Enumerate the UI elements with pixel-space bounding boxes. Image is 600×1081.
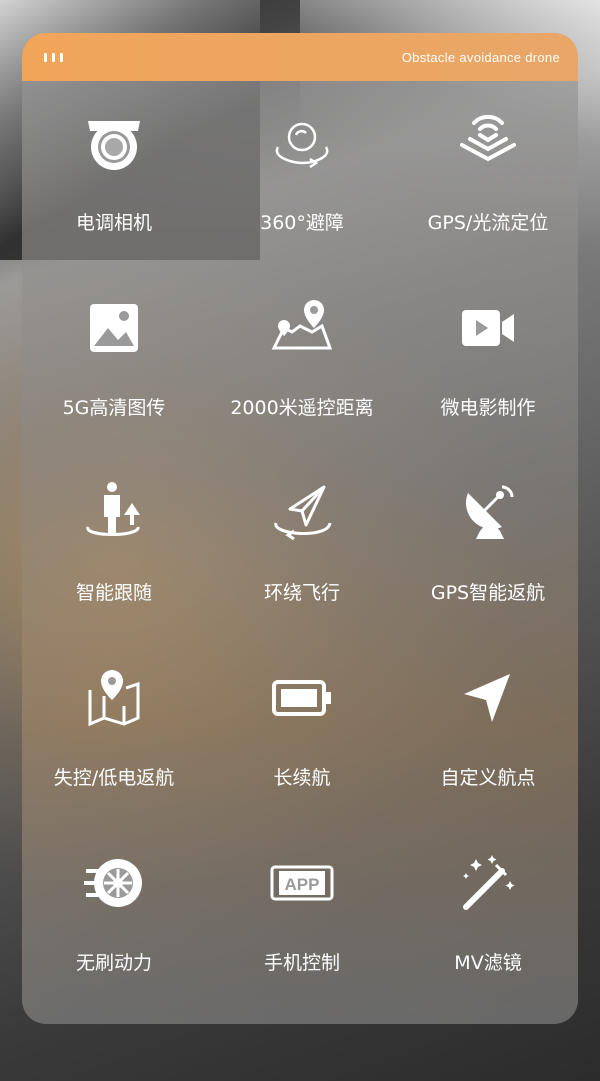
feature-item: 电调相机: [22, 81, 206, 266]
feature-grid: 电调相机 360°避障 GPS/光流定位 5G高清图传 2000米遥控距离 微电…: [22, 81, 578, 1006]
feature-card: Obstacle avoidance drone 电调相机 360°避障 GPS…: [22, 33, 578, 1024]
feature-item: MV滤镜: [398, 821, 578, 1006]
feature-label: 智能跟随: [75, 582, 152, 604]
camera-icon: [82, 111, 146, 175]
feature-label: 360°避障: [260, 212, 344, 234]
battery-icon: [270, 666, 334, 730]
feature-label: 电调相机: [75, 212, 152, 234]
obstacle-avoidance-icon: [270, 111, 334, 175]
person-follow-icon: [82, 481, 146, 545]
header-dots: [44, 52, 63, 62]
navigation-arrow-icon: [456, 666, 520, 730]
feature-label: 2000米遥控距离: [230, 397, 374, 419]
feature-item: 环绕飞行: [206, 451, 398, 636]
paper-plane-orbit-icon: [270, 481, 334, 545]
feature-item: 失控/低电返航: [22, 636, 206, 821]
map-route-icon: [270, 296, 334, 360]
feature-label: 无刷动力: [75, 952, 152, 974]
satellite-dish-icon: [456, 481, 520, 545]
feature-label: GPS智能返航: [430, 582, 546, 604]
feature-item: 5G高清图传: [22, 266, 206, 451]
feature-item: 自定义航点: [398, 636, 578, 821]
feature-item: 智能跟随: [22, 451, 206, 636]
feature-label: 5G高清图传: [62, 397, 166, 419]
motor-icon: [82, 851, 146, 915]
card-header: Obstacle avoidance drone: [22, 33, 578, 81]
map-pin-icon: [82, 666, 146, 730]
magic-wand-icon: [456, 851, 520, 915]
feature-label: 失控/低电返航: [53, 767, 175, 789]
feature-item: 无刷动力: [22, 821, 206, 1006]
feature-label: MV滤镜: [454, 952, 522, 974]
feature-item: 微电影制作: [398, 266, 578, 451]
video-camera-icon: [456, 296, 520, 360]
feature-label: 自定义航点: [440, 767, 536, 789]
feature-item: APP 手机控制: [206, 821, 398, 1006]
app-phone-icon: APP: [270, 851, 334, 915]
feature-label: GPS/光流定位: [427, 212, 549, 234]
signal-waves-icon: [456, 111, 520, 175]
feature-item: GPS/光流定位: [398, 81, 578, 266]
svg-text:APP: APP: [285, 875, 320, 894]
image-icon: [82, 296, 146, 360]
feature-label: 环绕飞行: [263, 582, 340, 604]
feature-item: 2000米遥控距离: [206, 266, 398, 451]
feature-item: GPS智能返航: [398, 451, 578, 636]
feature-label: 长续航: [273, 767, 331, 789]
feature-label: 手机控制: [263, 952, 340, 974]
header-title: Obstacle avoidance drone: [401, 49, 560, 65]
feature-item: 长续航: [206, 636, 398, 821]
feature-label: 微电影制作: [440, 397, 536, 419]
feature-item: 360°避障: [206, 81, 398, 266]
